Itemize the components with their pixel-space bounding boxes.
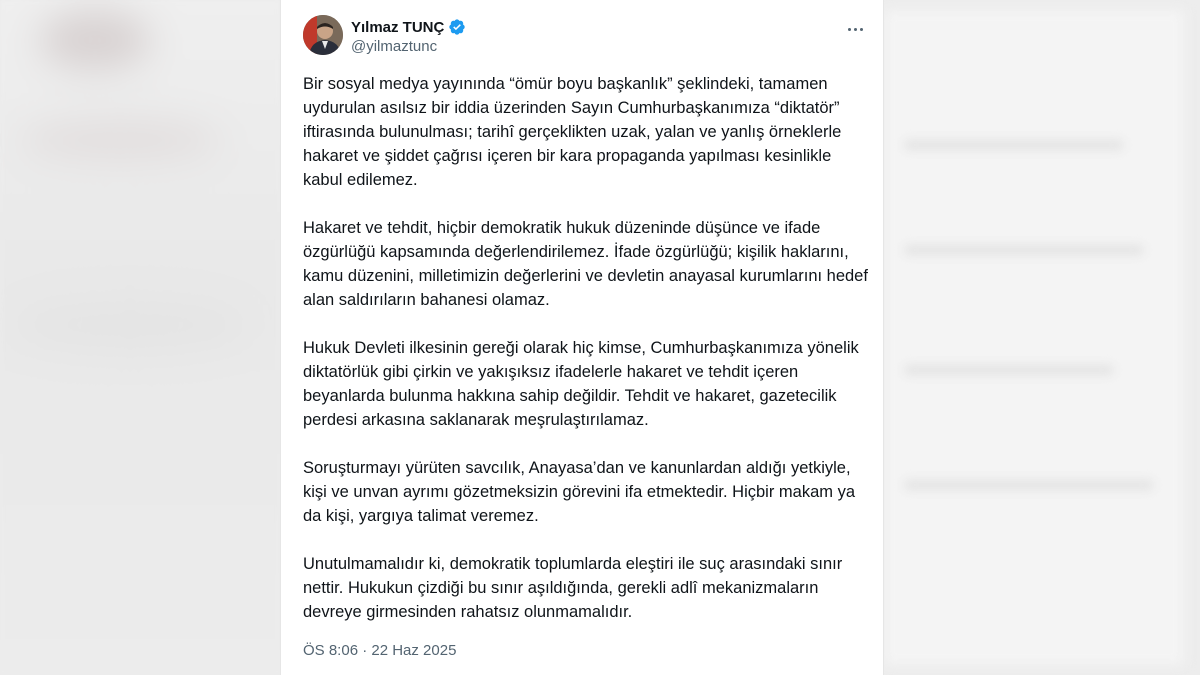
tweet-paragraph: Bir sosyal medya yayınında “ömür boyu ba… <box>303 75 842 189</box>
tweet-text: Bir sosyal medya yayınında “ömür boyu ba… <box>303 72 873 648</box>
background-left <box>0 0 280 675</box>
verified-badge-icon <box>448 18 466 36</box>
tweet-paragraph: Soruşturmayı yürüten savcılık, Anayasa’d… <box>303 459 856 525</box>
tweet-paragraph: Hakaret ve tehdit, hiçbir demokratik huk… <box>303 219 868 309</box>
author-display-name[interactable]: Yılmaz TUNÇ <box>351 19 444 36</box>
background-right <box>884 0 1200 675</box>
tweet-card: Yılmaz TUNÇ @yilmaztunc Bir sosyal medya… <box>280 0 884 675</box>
tweet-timestamp[interactable]: ÖS 8:06 · 22 Haz 2025 <box>303 642 456 659</box>
tweet-paragraph: Unutulmamalıdır ki, demokratik toplumlar… <box>303 555 843 621</box>
tweet-paragraph: Hukuk Devleti ilkesinin gereği olarak hi… <box>303 339 859 429</box>
author-block[interactable]: Yılmaz TUNÇ @yilmaztunc <box>351 17 466 55</box>
more-horizontal-icon[interactable] <box>843 17 867 41</box>
tweet-header: Yılmaz TUNÇ @yilmaztunc <box>303 15 867 59</box>
author-handle[interactable]: @yilmaztunc <box>351 38 466 55</box>
avatar[interactable] <box>303 15 343 55</box>
